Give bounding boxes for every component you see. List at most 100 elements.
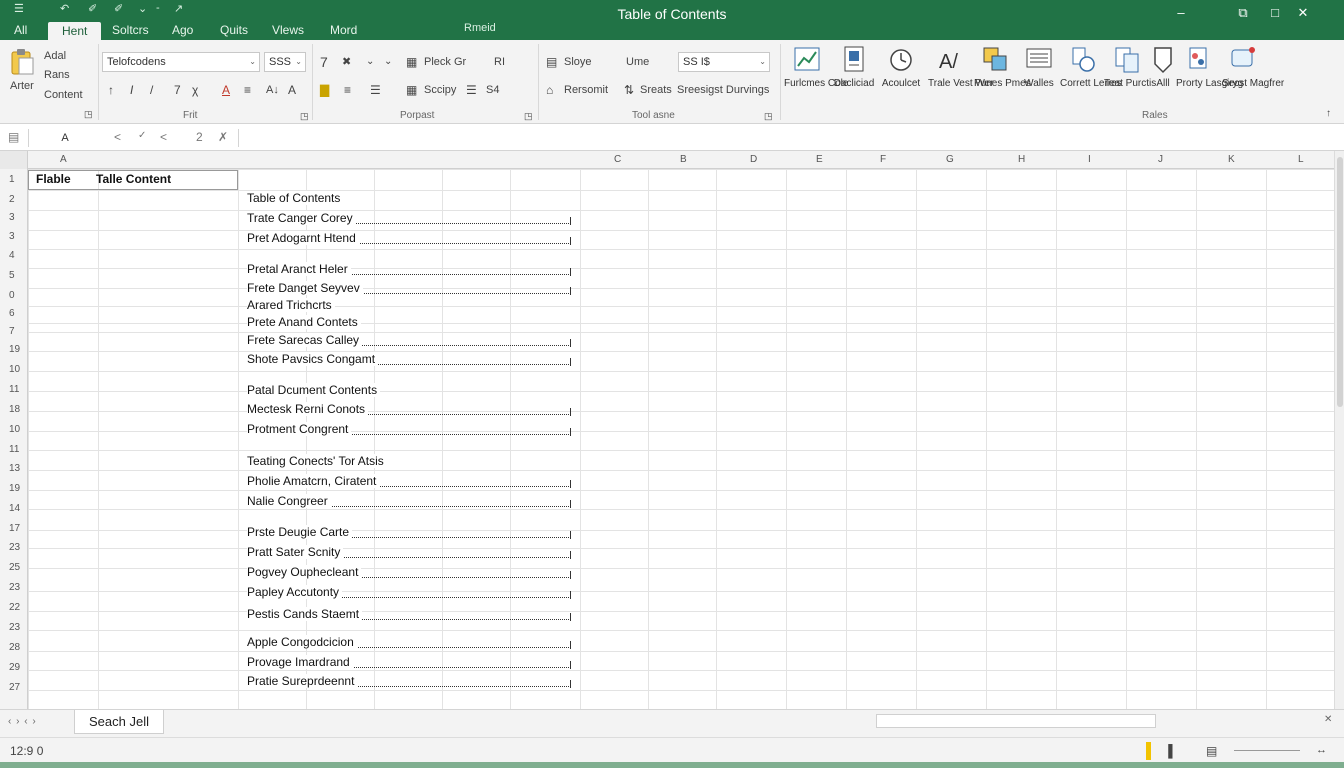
function-icon[interactable]: 2	[196, 130, 203, 144]
row-header-number[interactable]: 7	[0, 326, 28, 337]
toc-entry[interactable]: Frete Sarecas Calley	[247, 333, 571, 349]
row-header-number[interactable]: 29	[0, 662, 28, 673]
row-header-number[interactable]: 10	[0, 364, 28, 375]
row-header-number[interactable]: 10	[0, 424, 28, 435]
tool-item-sreats[interactable]: Sreats	[640, 84, 672, 96]
column-header-f[interactable]: F	[880, 154, 886, 165]
cell-style-icon[interactable]: ▦	[406, 82, 417, 98]
toc-entry[interactable]: Frete Danget Seyvev	[247, 281, 571, 297]
normal-view-icon[interactable]: ▐	[1164, 744, 1173, 758]
tab-quits[interactable]: Quits	[220, 20, 248, 40]
row-header-number[interactable]: 4	[0, 250, 28, 261]
tool-item-rersomit[interactable]: Rersomit	[564, 84, 608, 96]
tool-launcher-icon[interactable]: ◳	[764, 108, 773, 124]
font-shrink-icon[interactable]: A↓	[266, 82, 279, 98]
column-header-e[interactable]: E	[816, 154, 823, 165]
toc-entry[interactable]: Pholie Amatcrn, Ciratent	[247, 474, 571, 490]
grid-menu-icon[interactable]: ▤	[8, 130, 19, 144]
scroll-thumb[interactable]	[1337, 157, 1343, 407]
toc-entry[interactable]: Teating Conects' Tor Atsis	[247, 454, 571, 470]
row-header-number[interactable]: 23	[0, 542, 28, 553]
restore-button[interactable]: ⧉	[1232, 4, 1254, 22]
close-button[interactable]: ✕	[1292, 4, 1314, 22]
row-header-number[interactable]: 23	[0, 582, 28, 593]
row-header-number[interactable]: 25	[0, 562, 28, 573]
sheet-nav-arrows[interactable]: ‹ › ‹ ›	[8, 716, 37, 727]
row-header-number[interactable]: 19	[0, 483, 28, 494]
row-header-number[interactable]: 11	[0, 384, 28, 395]
tool-item-sloye[interactable]: Sloye	[564, 56, 592, 68]
text-effect-icon[interactable]: A	[288, 82, 296, 98]
row-header-number[interactable]: 5	[0, 270, 28, 281]
toc-entry[interactable]: Pratie Sureprdeennt	[247, 674, 571, 690]
toc-entry[interactable]: Prete Anand Contets	[247, 315, 571, 331]
toc-entry[interactable]: Pret Adogarnt Htend	[247, 231, 571, 247]
clipboard-launcher-icon[interactable]: ◳	[84, 106, 93, 122]
row-header-number[interactable]: 3	[0, 212, 28, 223]
number-format-combo[interactable]: SS I$ ⌄	[678, 52, 770, 72]
row-header-number[interactable]: 13	[0, 463, 28, 474]
row-header-number[interactable]: 17	[0, 523, 28, 534]
horizontal-scrollbar[interactable]	[876, 714, 1156, 728]
row-header-number[interactable]: 18	[0, 404, 28, 415]
confirm-icon[interactable]: ✓	[138, 130, 146, 141]
toc-entry[interactable]: Trate Canger Corey	[247, 211, 571, 227]
row-header-number[interactable]: 0	[0, 290, 28, 301]
row-header-number[interactable]: 1	[0, 174, 28, 185]
row-header-number[interactable]: 19	[0, 344, 28, 355]
format-item-sccipy[interactable]: Sccipy	[424, 84, 456, 96]
toc-entry[interactable]: Mectesk Rerni Conots	[247, 402, 571, 418]
tab-mord[interactable]: Mord	[330, 20, 357, 40]
maximize-button[interactable]: □	[1264, 4, 1286, 22]
tab-views[interactable]: Vlews	[272, 20, 304, 40]
row-header-number[interactable]: 28	[0, 642, 28, 653]
format-item-pleck[interactable]: Pleck Gr	[424, 56, 466, 68]
toc-entry[interactable]: Apple Congodcicion	[247, 635, 571, 651]
tool-item-durvings[interactable]: Sreesigst Durvings	[677, 84, 769, 96]
fill-color-icon[interactable]: ▇	[320, 82, 329, 98]
tab-all[interactable]: All	[14, 20, 27, 40]
formula-input[interactable]	[242, 128, 1332, 148]
row-header-number[interactable]: 11	[0, 444, 28, 455]
zoom-slider[interactable]	[1234, 750, 1300, 751]
toc-entry[interactable]: Prste Deugie Carte	[247, 525, 571, 541]
toc-entry[interactable]: Table of Contents	[247, 191, 571, 207]
format-item-s4[interactable]: S4	[486, 84, 499, 96]
tab-home[interactable]: Hent	[48, 22, 102, 40]
row-header-number[interactable]: 2	[0, 194, 28, 205]
format-launcher-icon[interactable]: ◳	[524, 108, 533, 124]
toc-entry[interactable]: Pogvey Ouphecleant	[247, 565, 571, 581]
sort-icon[interactable]: ⇅	[624, 82, 634, 98]
column-header-k[interactable]: K	[1228, 154, 1235, 165]
decrease-font-icon[interactable]: ✖	[342, 54, 351, 70]
format-item-ri[interactable]: RI	[494, 56, 505, 68]
cut-button[interactable]: Adal	[44, 50, 66, 62]
toc-entry[interactable]: Shote Pavsics Congamt	[247, 352, 571, 368]
toc-entry[interactable]: Nalie Congreer	[247, 494, 571, 510]
row-header-number[interactable]: 23	[0, 622, 28, 633]
increase-font-icon[interactable]: 7	[320, 54, 328, 70]
close-small-icon[interactable]: ✕	[1324, 714, 1332, 725]
select-all-corner[interactable]	[0, 151, 28, 169]
column-header-l[interactable]: L	[1298, 154, 1304, 165]
minimize-button[interactable]: –	[1170, 4, 1192, 22]
column-header-h[interactable]: H	[1018, 154, 1025, 165]
strike-icon[interactable]: 7	[174, 82, 181, 98]
toc-entry[interactable]: Patal Dcument Contents	[247, 383, 571, 399]
row-header-number[interactable]: 27	[0, 682, 28, 693]
zoom-arrows-icon[interactable]: ↔	[1316, 744, 1327, 756]
column-header-g[interactable]: G	[946, 154, 954, 165]
sheet-tab-active[interactable]: Seach Jell	[74, 710, 164, 734]
font-size-combo[interactable]: SSS ⌄	[264, 52, 306, 72]
table-format-icon[interactable]: ▦	[406, 54, 417, 70]
column-header-c[interactable]: C	[614, 154, 621, 165]
copy-button[interactable]: Rans	[44, 69, 70, 81]
vertical-scrollbar[interactable]	[1334, 151, 1344, 709]
row-header-number[interactable]: 3	[0, 231, 28, 242]
font-color-icon[interactable]: A	[222, 82, 230, 98]
cancel-icon[interactable]: <	[160, 130, 167, 144]
name-box[interactable]: A	[30, 128, 100, 148]
align-center-icon[interactable]: ≡	[344, 82, 351, 98]
toc-entry[interactable]: Arared Trichcrts	[247, 298, 571, 314]
toc-entry[interactable]: Papley Accutonty	[247, 585, 571, 601]
